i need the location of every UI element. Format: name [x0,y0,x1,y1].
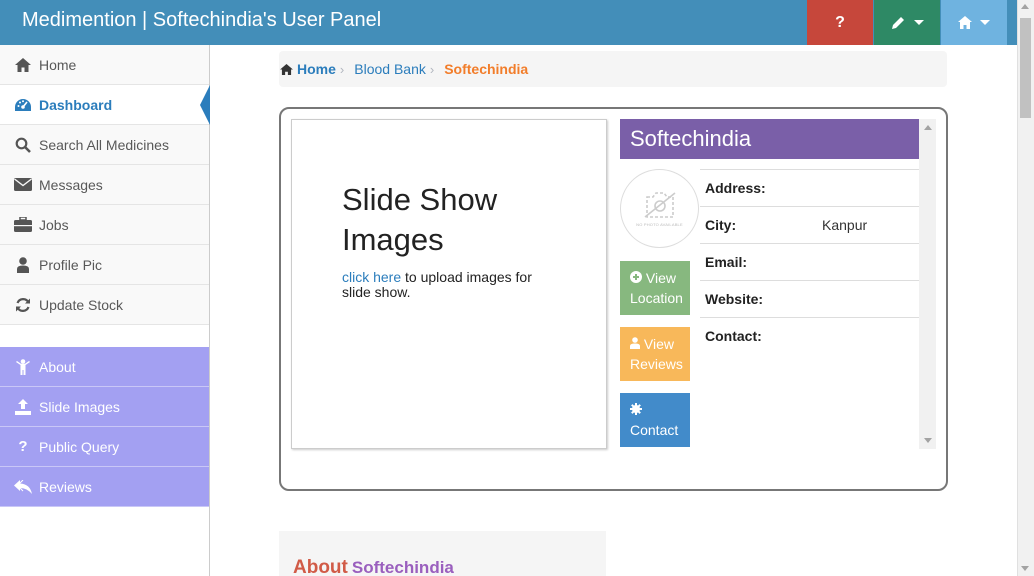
breadcrumb: Home › Blood Bank › Softechindia [279,51,947,87]
sidebar-item-reviews[interactable]: Reviews [0,467,209,507]
sidebar-item-label: Jobs [39,216,69,233]
sidebar-item-label: Update Stock [39,296,124,313]
info-panel-scrollbar[interactable] [919,119,936,449]
pencil-icon [892,16,904,29]
page-scrollbar-thumb[interactable] [1020,18,1031,118]
about-business-name: Softechindia [351,558,454,576]
user-icon [630,337,640,349]
sidebar-item-label: Public Query [39,438,120,455]
search-icon [14,136,32,154]
scroll-up-arrow-icon[interactable] [924,125,932,130]
sidebar-item-about[interactable]: About [0,347,209,387]
info-key: Email: [705,254,748,270]
info-row-address: Address: [700,169,919,206]
edit-menu-button[interactable] [874,0,940,45]
sidebar-item-label: Messages [39,176,103,193]
photo-caption: NO PHOTO AVAILABLE [636,221,683,227]
scroll-down-arrow-icon[interactable] [924,438,932,443]
gear-icon [630,403,642,415]
sidebar-item-search-medicines[interactable]: Search All Medicines [0,125,209,165]
chevron-down-icon [980,20,990,25]
sidebar-item-dashboard[interactable]: Dashboard [0,85,210,125]
info-row-city: City: Kanpur [700,206,919,243]
briefcase-icon [14,216,32,234]
sidebar-item-label: About [39,358,76,375]
chevron-right-icon: › [339,61,345,77]
chevron-right-icon: › [429,61,435,77]
sidebar-item-public-query[interactable]: ? Public Query [0,427,209,467]
breadcrumb-parent[interactable]: Blood Bank [354,61,426,77]
reply-all-icon [14,478,32,496]
info-key: Website: [705,291,764,307]
help-button[interactable]: ? [807,0,873,45]
scroll-up-arrow-icon[interactable] [1021,4,1029,9]
sidebar-item-messages[interactable]: Messages [0,165,209,205]
sidebar-item-slide-images[interactable]: Slide Images [0,387,209,427]
sidebar-item-label: Reviews [39,478,92,495]
info-value: Kanpur [822,217,868,233]
sidebar-item-update-stock[interactable]: Update Stock [0,285,209,325]
info-row-email: Email: [700,243,919,280]
breadcrumb-current: Softechindia [444,61,529,77]
info-key: Contact: [705,328,762,344]
home-icon [280,63,293,75]
no-photo-icon [644,191,675,218]
business-photo-placeholder: NO PHOTO AVAILABLE [620,169,699,248]
sidebar-item-profile-pic[interactable]: Profile Pic [0,245,209,285]
scroll-down-arrow-icon[interactable] [1021,566,1029,571]
about-title: About Softechindia [293,557,454,576]
contact-button[interactable]: Contact [620,393,690,447]
envelope-icon [14,176,32,194]
breadcrumb-home[interactable]: Home [280,61,336,77]
help-label: ? [835,13,845,31]
sidebar-item-label: Slide Images [39,398,120,415]
view-reviews-button[interactable]: View Reviews [620,327,690,381]
about-section: About Softechindia [279,531,606,576]
upload-images-link[interactable]: click here [342,269,401,285]
info-row-website: Website: [700,280,919,317]
info-key: City: [705,217,737,233]
refresh-icon [14,296,32,314]
home-menu-button[interactable] [941,0,1007,45]
contact-label: Contact [630,422,679,438]
home-icon [958,16,972,29]
business-info-table: Address: City: Kanpur Email: Website: Con… [700,169,919,354]
sidebar-item-label: Home [39,56,77,73]
sidebar: Home Dashboard Search All Medicines Mess… [0,45,210,576]
question-icon: ? [18,438,28,455]
home-icon [14,56,32,74]
sidebar-divider [0,325,209,347]
user-icon [14,256,32,274]
info-row-contact: Contact: [700,317,919,354]
slideshow-title: Slide Show Images [342,182,498,257]
about-label: About [293,557,348,576]
upload-icon [14,398,32,416]
chevron-down-icon [914,20,924,25]
tachometer-icon [14,96,32,114]
app-title[interactable]: Medimention | Softechindia's User Panel [22,9,381,32]
business-name-header: Softechindia [620,119,919,159]
child-icon [14,358,32,376]
view-location-button[interactable]: View Location [620,261,690,315]
info-key: Address: [705,180,766,196]
sidebar-item-jobs[interactable]: Jobs [0,205,209,245]
slideshow-note: click here to upload images for slide sh… [342,270,552,300]
sidebar-item-label: Profile Pic [39,256,103,273]
sidebar-item-label: Search All Medicines [39,136,169,153]
sidebar-item-label: Dashboard [39,96,113,113]
plus-circle-icon [630,271,642,283]
breadcrumb-home-label: Home [297,61,336,77]
sidebar-item-home[interactable]: Home [0,45,209,85]
